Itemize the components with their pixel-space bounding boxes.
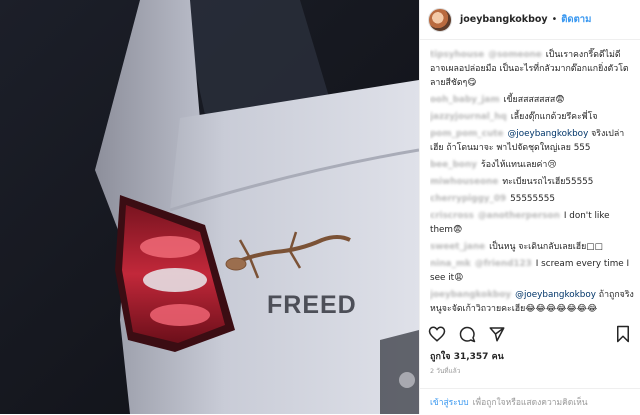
comment-text: เป็นหนู จะเดินกลับเลยเฮีย□□	[489, 242, 603, 252]
comment-user[interactable]: jazzyjournal_hq	[430, 112, 507, 122]
comment-text: 55555555	[510, 194, 555, 204]
post-photo: FREED	[0, 0, 419, 414]
comment-user[interactable]: joeybangkokboy	[430, 290, 511, 300]
likes-number: 31,357	[453, 352, 489, 362]
comment-text: ทะเบียนรถไรเฮีย55555	[502, 177, 594, 187]
comment-mention[interactable]: @joeybangkokboy	[507, 129, 588, 139]
heart-icon[interactable]	[428, 325, 446, 343]
comment-text: เขี้ยสสสสสสส😨	[503, 95, 565, 105]
comment-user[interactable]: criscross	[430, 211, 474, 221]
comment: joeybangkokboy @joeybangkokboy ถ้าถูกจริง…	[430, 288, 634, 316]
comment-list: tipsyhouse @someone เป็นเราคงกรี๊ดดีไม่ดีอ…	[430, 48, 634, 330]
comment-mention[interactable]: @joeybangkokboy	[515, 290, 596, 300]
comment-user[interactable]: pom_pom_cute	[430, 129, 503, 139]
comment: criscross @anotherperson I don't like them…	[430, 209, 634, 237]
freed-text: FREED	[267, 291, 357, 319]
login-prompt-text: เพื่อถูกใจหรือแสดงความคิดเห็น	[472, 398, 588, 408]
comment-user[interactable]: cherrypiggy_09	[430, 194, 506, 204]
post-panel: joeybangkokboy • ติดตาม tipsyhouse @someo…	[419, 0, 640, 414]
comment-icon[interactable]	[458, 325, 476, 343]
likes-label: ถูกใจ	[430, 352, 451, 362]
comment-user[interactable]: nina_mk	[430, 259, 471, 269]
avatar[interactable]	[428, 7, 452, 32]
follow-button[interactable]: ติดตาม	[561, 12, 591, 27]
comment-text: ร้องไห้แทนเลยค่า😢	[480, 160, 557, 170]
post-timestamp: 2 วันที่แล้ว	[430, 367, 461, 375]
comment-user[interactable]: bee_bony	[430, 160, 477, 170]
login-link[interactable]: เข้าสู่ระบบ	[430, 395, 469, 409]
comment: sweet_jane เป็นหนู จะเดินกลับเลยเฮีย□□	[430, 240, 634, 254]
comment-user[interactable]: ooh_baby_jam	[430, 95, 500, 105]
post-header: joeybangkokboy • ติดตาม	[420, 0, 640, 40]
like-count[interactable]: ถูกใจ 31,357 คน	[430, 349, 504, 363]
comment-mention[interactable]: @someone	[488, 50, 541, 60]
comment-mention[interactable]: @friend123	[475, 259, 532, 269]
comment: bee_bony ร้องไห้แทนเลยค่า😢	[430, 158, 634, 172]
comment: miwhouseone ทะเบียนรถไรเฮีย55555	[430, 175, 634, 189]
comment-user[interactable]: sweet_jane	[430, 242, 485, 252]
comment: tipsyhouse @someone เป็นเราคงกรี๊ดดีไม่ดีอ…	[430, 48, 634, 90]
action-bar	[428, 322, 632, 346]
car-photo-svg: FREED	[0, 0, 419, 414]
comment: jazzyjournal_hq เลี้ยงตุ๊กแกด้วยรึคะพี่โจ	[430, 110, 634, 124]
username-link[interactable]: joeybangkokboy	[460, 14, 548, 25]
comment-user[interactable]: tipsyhouse	[430, 50, 484, 60]
share-icon[interactable]	[488, 325, 506, 343]
comment: cherrypiggy_09 55555555	[430, 192, 634, 206]
comment: ooh_baby_jam เขี้ยสสสสสสส😨	[430, 93, 634, 107]
comment-mention[interactable]: @anotherperson	[478, 211, 560, 221]
comment-user[interactable]: miwhouseone	[430, 177, 498, 187]
comment-text: เลี้ยงตุ๊กแกด้วยรึคะพี่โจ	[510, 112, 598, 122]
likes-unit: คน	[491, 352, 504, 362]
separator-dot: •	[551, 14, 558, 25]
comment-login-prompt: เข้าสู่ระบบ เพื่อถูกใจหรือแสดงความคิดเห็…	[420, 388, 640, 415]
comment: pom_pom_cute @joeybangkokboy จริงเปล่าเฮี…	[430, 127, 634, 155]
bookmark-icon[interactable]	[614, 325, 632, 343]
comment: nina_mk @friend123 I scream every time I s…	[430, 257, 634, 285]
